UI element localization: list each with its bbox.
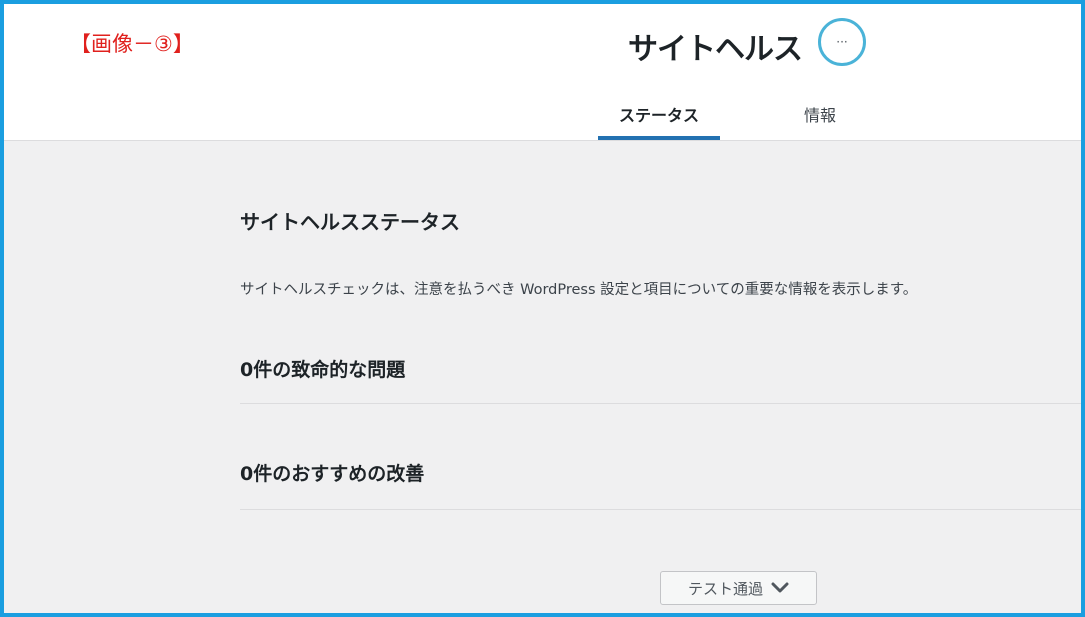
tab-status-label: ステータス	[618, 106, 699, 125]
passed-tests-toggle-button[interactable]: テスト通過	[660, 571, 817, 605]
critical-issues-group: 0件の致命的な問題	[240, 355, 1081, 404]
critical-issues-title: 0件の致命的な問題	[240, 359, 406, 381]
tab-status[interactable]: ステータス	[598, 98, 720, 140]
health-indicator-dots: ···	[836, 35, 848, 49]
chevron-down-icon	[771, 582, 789, 593]
tab-info[interactable]: 情報	[766, 98, 874, 140]
recommended-improvements-group: 0件のおすすめの改善	[240, 459, 1081, 510]
recommended-improvements-title: 0件のおすすめの改善	[240, 463, 425, 485]
tab-info-label: 情報	[803, 106, 836, 125]
screenshot-frame: 【画像－③】 サイトヘルス ··· ステータス 情報 サイトヘルスステータス サ…	[0, 0, 1085, 617]
page-title: サイトヘルス	[628, 32, 803, 67]
site-health-progress-indicator: ···	[818, 18, 866, 66]
section-description: サイトヘルスチェックは、注意を払うべき WordPress 設定と項目についての…	[240, 282, 918, 298]
passed-tests-label: テスト通過	[687, 580, 763, 598]
section-title: サイトヘルスステータス	[240, 210, 460, 234]
image-annotation-label: 【画像－③】	[70, 32, 194, 56]
site-health-header: 【画像－③】 サイトヘルス ··· ステータス 情報	[4, 4, 1081, 141]
